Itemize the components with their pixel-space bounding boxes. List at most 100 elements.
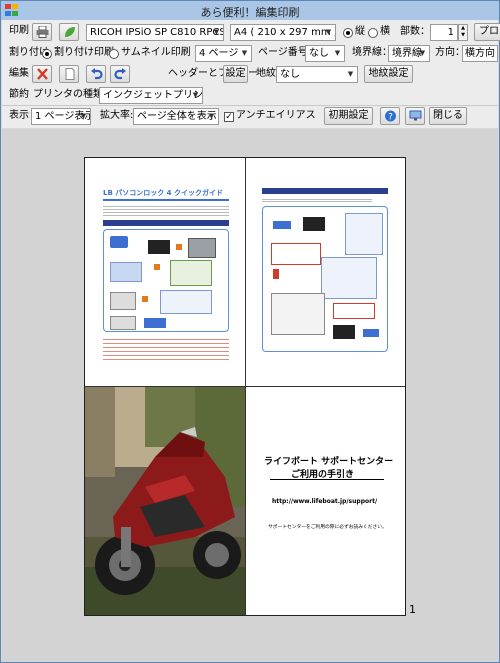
zoom-select[interactable]: ページ全体を表示 ▼ <box>133 108 219 125</box>
nup-print-label: 割り付け印刷 <box>54 47 114 58</box>
doc1-notes <box>103 336 229 362</box>
paper-select[interactable]: A4 ( 210 x 297 mm ) ▼ <box>230 24 336 41</box>
portrait-radio[interactable] <box>343 28 353 38</box>
zoom-label: 拡大率: <box>100 110 134 121</box>
copies-input[interactable]: 1 <box>430 24 458 41</box>
watermark-value: なし <box>280 69 300 80</box>
chevron-down-icon: ▼ <box>213 28 220 36</box>
copies-stepper[interactable]: ▲ ▼ <box>458 24 468 41</box>
save-label: 節約 <box>9 89 29 100</box>
chevron-down-icon: ▼ <box>192 91 199 99</box>
printer-icon <box>36 26 49 38</box>
chevron-down-icon: ▼ <box>325 28 332 36</box>
printer-type-select[interactable]: インクジェットプリンタ ▼ <box>99 87 203 104</box>
preview-area[interactable]: LB パソコンロック 4 クイックガイド ライフボート サポートセンター ご利用… <box>2 129 498 662</box>
page-number-value: なし <box>309 48 329 59</box>
antialias-checkbox[interactable]: ✓ <box>224 112 234 122</box>
print-label: 印刷 <box>9 25 29 36</box>
doc4-note: サポートセンターをご利用の際に必ずお読みください。 <box>268 523 387 530</box>
blank-page-icon <box>65 68 75 80</box>
monitor-icon <box>409 110 422 121</box>
app-window: あら便利！編集印刷 印刷 RICOH IPSiO SP C810 RPCS ▼ <box>0 0 500 663</box>
undo-icon <box>91 68 103 80</box>
chevron-down-icon: ▼ <box>419 49 426 57</box>
print-button[interactable] <box>32 23 52 41</box>
edit-row: 編集 ヘッダーとフッター 設定 地紋 なし ▼ 地紋設定 <box>2 65 498 85</box>
undo-button[interactable] <box>86 65 106 83</box>
blank-page-button[interactable] <box>59 65 79 83</box>
page-thumb-1[interactable]: LB パソコンロック 4 クイックガイド <box>85 158 246 387</box>
monitor-button[interactable] <box>405 107 425 125</box>
display-label: 表示 <box>9 110 29 121</box>
portrait-label: 縦 <box>355 26 365 37</box>
redo-icon <box>114 68 126 80</box>
border-select[interactable]: 境界線 ▼ <box>388 45 430 62</box>
printer-select-value: RICOH IPSiO SP C810 RPCS <box>90 27 224 38</box>
help-icon: ? <box>385 110 396 123</box>
printer-type-value: インクジェットプリンタ <box>103 90 203 101</box>
doc2-section-bar <box>262 188 388 194</box>
landscape-radio[interactable] <box>368 28 378 38</box>
header-footer-settings-button[interactable]: 設定 <box>223 65 248 83</box>
printer-select[interactable]: RICOH IPSiO SP C810 RPCS ▼ <box>86 24 224 41</box>
doc2-intro-lines <box>262 198 372 202</box>
thumbnail-print-label: サムネイル印刷 <box>121 47 191 58</box>
chevron-down-icon: ▼ <box>80 112 87 120</box>
help-button[interactable]: ? <box>380 107 400 125</box>
watermark-label: 地紋 <box>256 68 276 79</box>
copies-label: 部数： <box>400 26 430 37</box>
display-row: 表示 1 ページ表示 ▼ 拡大率: ページ全体を表示 ▼ ✓ アンチエイリアス … <box>2 107 498 127</box>
antialias-label: アンチエイリアス <box>236 110 316 121</box>
motorcycle-photo <box>85 387 245 615</box>
direction-select[interactable]: 横方向 <box>462 45 498 62</box>
window-title: あら便利！編集印刷 <box>200 6 300 19</box>
chevron-down-icon: ▼ <box>208 112 215 120</box>
page-number-select[interactable]: なし ▼ <box>305 45 345 62</box>
doc1-title: LB パソコンロック 4 クイックガイド <box>103 189 223 197</box>
toolbar-area: 印刷 RICOH IPSiO SP C810 RPCS ▼ A4 ( 210 x… <box>2 20 500 128</box>
print-row: 印刷 RICOH IPSiO SP C810 RPCS ▼ A4 ( 210 x… <box>2 23 500 43</box>
page-thumb-2[interactable] <box>246 158 405 387</box>
page-thumb-4[interactable]: ライフボート サポートセンター ご利用の手引き http://www.lifeb… <box>246 387 405 615</box>
page-number: 1 <box>409 603 416 616</box>
preview-sheet: LB パソコンロック 4 クイックガイド ライフボート サポートセンター ご利用… <box>84 157 406 616</box>
doc4-url: http://www.lifeboat.jp/support/ <box>272 498 378 505</box>
doc4-rule <box>270 479 384 480</box>
border-label: 境界線： <box>352 47 392 58</box>
display-select[interactable]: 1 ページ表示 ▼ <box>31 108 91 125</box>
edit-label: 編集 <box>9 68 29 79</box>
pages-per-sheet-select[interactable]: 4 ページ ▼ <box>195 45 252 62</box>
properties-button[interactable]: プロ <box>474 23 500 41</box>
redo-button[interactable] <box>110 65 130 83</box>
landscape-label: 横 <box>380 26 390 37</box>
svg-text:?: ? <box>388 113 393 123</box>
doc4-heading-1: ライフボート サポートセンター <box>264 457 394 467</box>
chevron-down-icon: ▼ <box>334 49 341 57</box>
thumbnail-print-radio[interactable] <box>109 49 119 59</box>
doc1-diagram <box>103 229 229 332</box>
delete-button[interactable] <box>32 65 52 83</box>
title-bar: あら便利！編集印刷 <box>1 1 499 20</box>
nup-print-radio[interactable] <box>42 49 52 59</box>
watermark-select[interactable]: なし ▼ <box>276 66 358 83</box>
leaf-icon <box>65 27 75 37</box>
watermark-settings-button[interactable]: 地紋設定 <box>364 65 413 83</box>
layout-row: 割り付け 割り付け印刷 サムネイル印刷 4 ページ ▼ ページ番号： なし ▼ … <box>2 44 498 64</box>
direction-value: 横方向 <box>465 48 495 59</box>
page-thumb-3[interactable] <box>85 387 246 615</box>
init-settings-button[interactable]: 初期設定 <box>324 107 373 125</box>
pages-per-sheet-value: 4 ページ <box>199 48 239 59</box>
save-row: 節約 プリンタの種類： インクジェットプリンタ ▼ <box>2 86 498 106</box>
copies-value: 1 <box>447 27 454 38</box>
chevron-down-icon: ▼ <box>347 70 354 78</box>
delete-x-icon <box>37 68 48 80</box>
chevron-down-icon: ▼ <box>241 49 248 57</box>
eco-button[interactable] <box>59 23 79 41</box>
direction-label: 方向： <box>435 47 465 58</box>
doc1-rule <box>103 199 229 201</box>
doc2-diagram <box>262 206 388 352</box>
close-button[interactable]: 閉じる <box>429 107 467 125</box>
doc1-intro-lines <box>103 204 229 218</box>
doc1-section-bar <box>103 220 229 226</box>
paper-select-value: A4 ( 210 x 297 mm ) <box>234 27 336 38</box>
